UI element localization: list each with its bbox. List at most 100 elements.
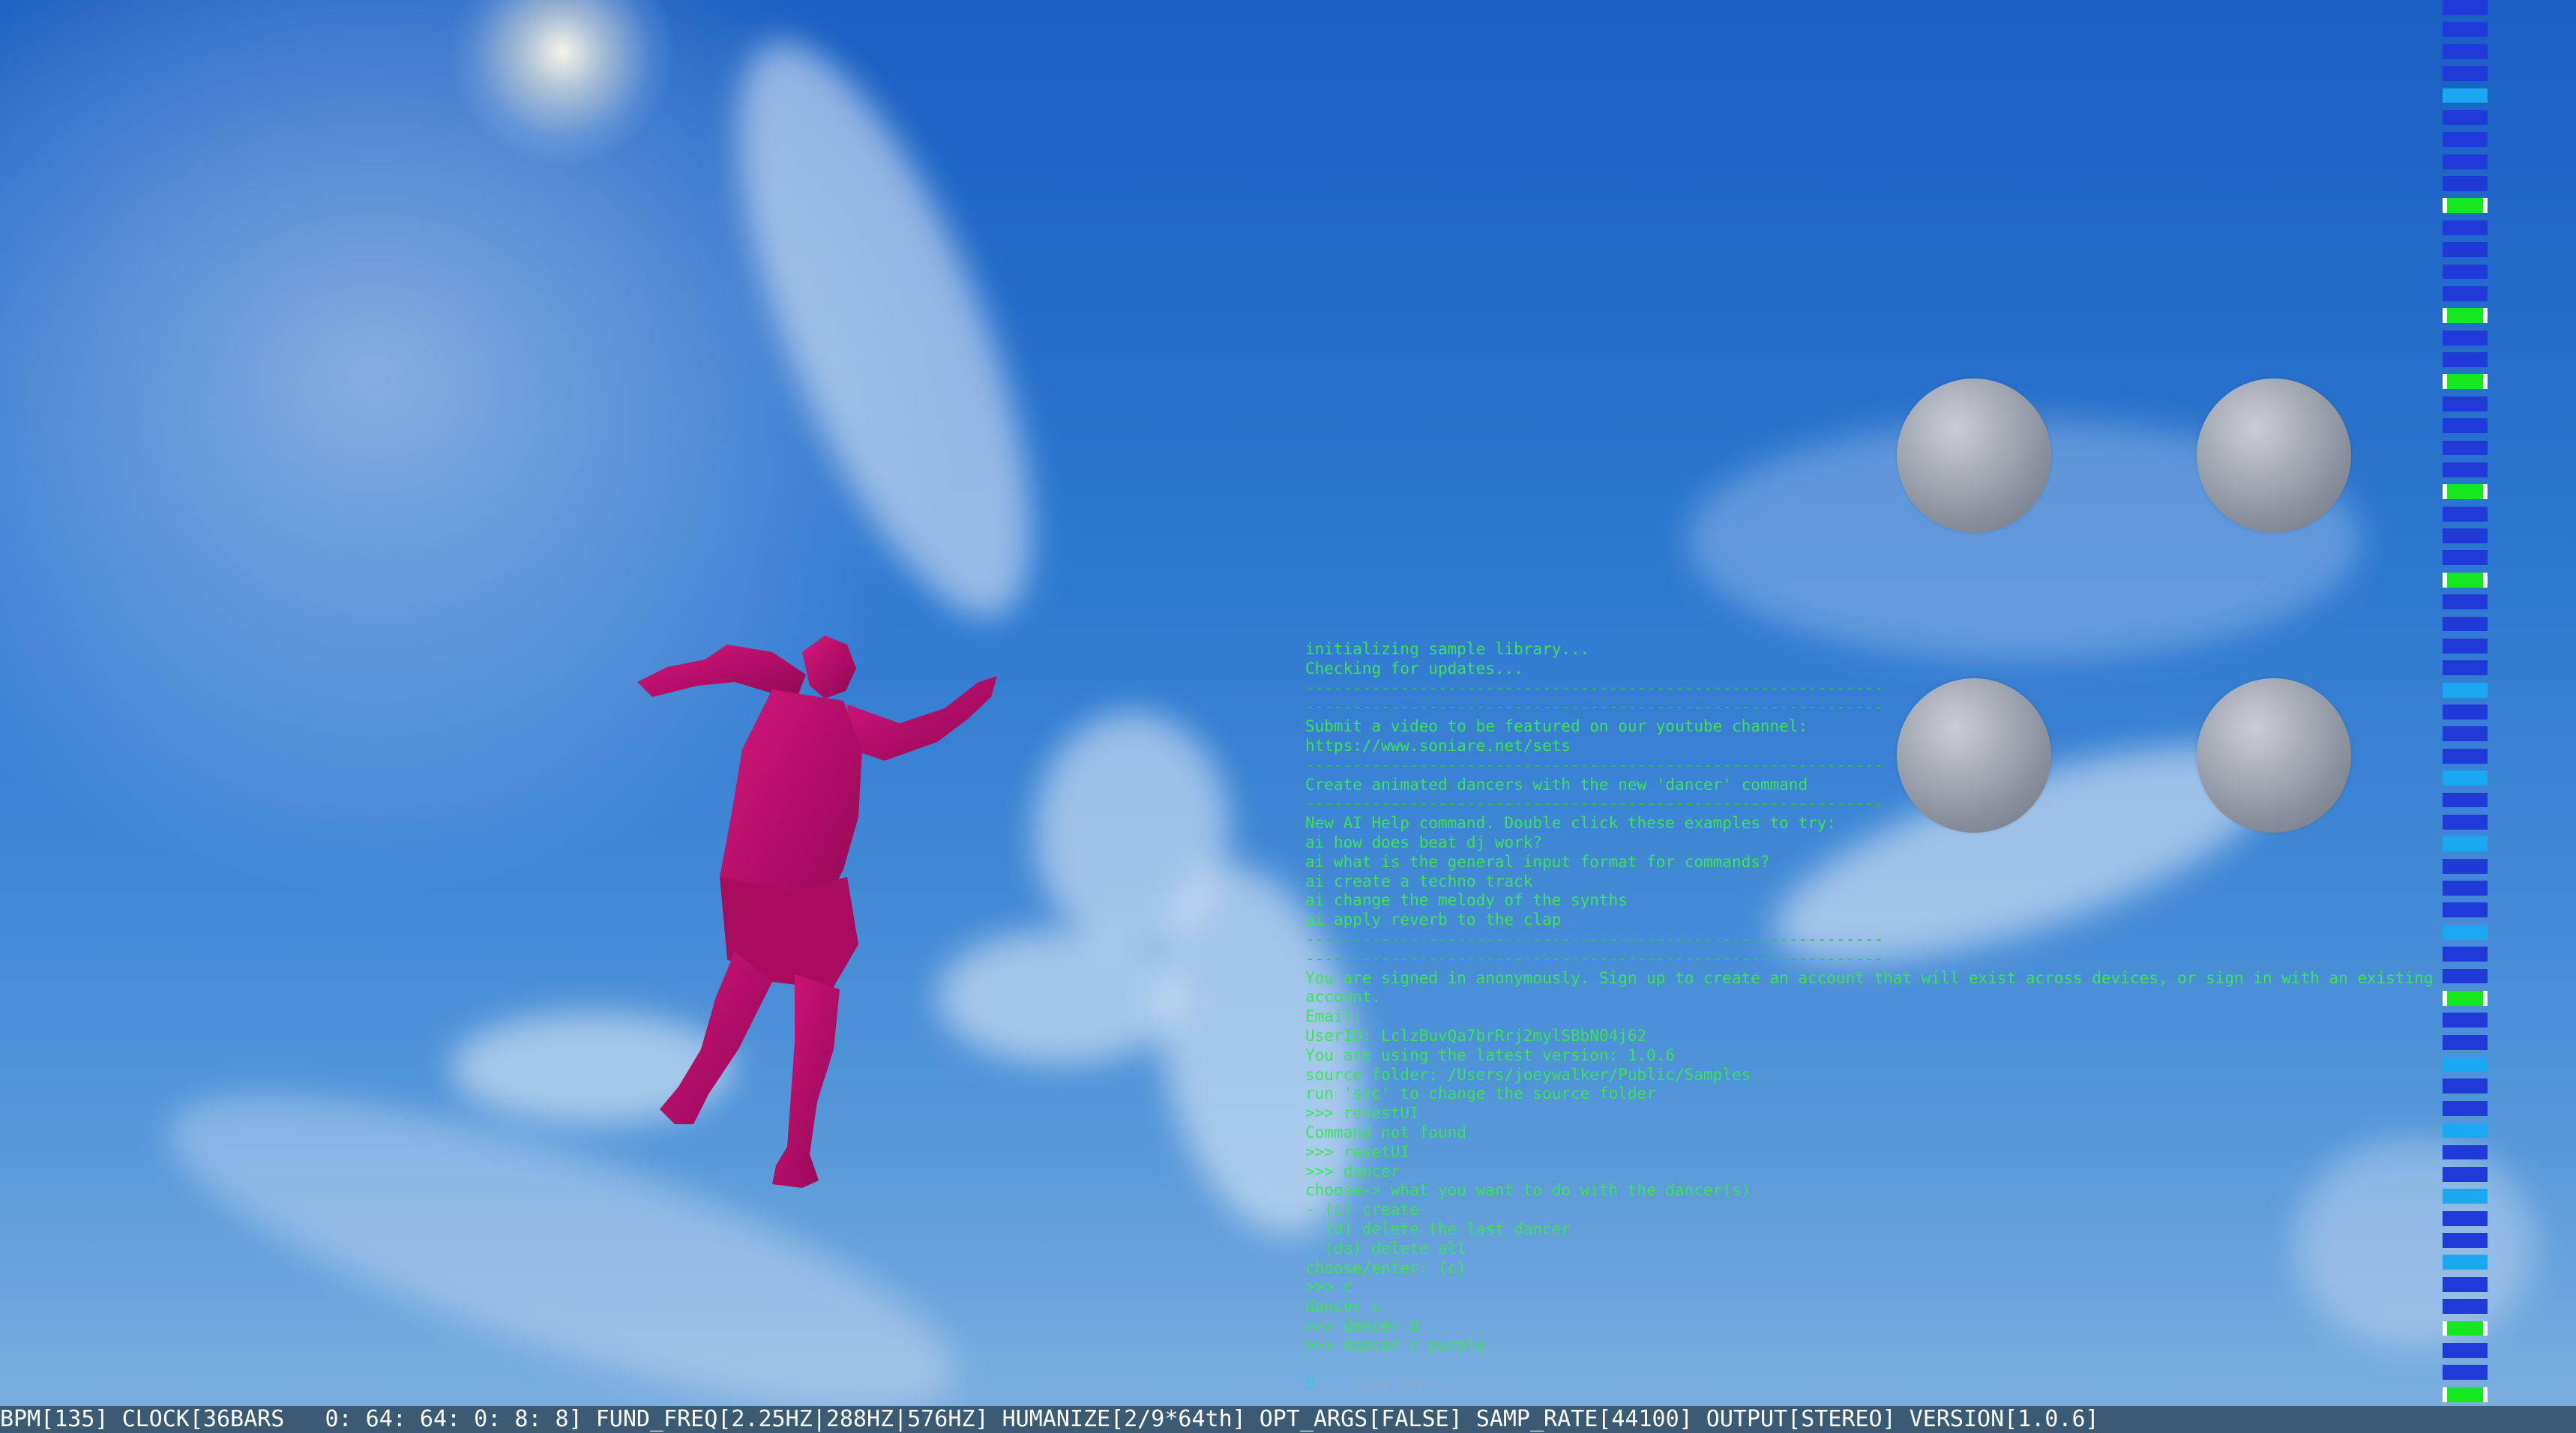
meter-segment — [2443, 396, 2488, 411]
console-line: New AI Help command. Double click these … — [1305, 814, 1837, 833]
console-line: You are using the latest version: 1.0.6 — [1305, 1046, 1676, 1064]
status-version: VERSION[1.0.6] — [1909, 1406, 2099, 1432]
meter-segment — [2443, 572, 2488, 588]
meter-segment — [2443, 1034, 2488, 1050]
status-clock: CLOCK[36BARS 0: 64: 64: 0: 8: 8] — [121, 1406, 583, 1432]
console-line: run 'src' to change the source folder — [1305, 1084, 1656, 1103]
meter-segment — [2443, 1123, 2488, 1138]
console-line: ai change the melody of the synths — [1305, 891, 1628, 910]
meter-segment — [2443, 374, 2488, 390]
prompt-index: 0 — [1305, 1375, 1315, 1393]
console-line: dancer c — [1305, 1297, 1382, 1316]
sphere-object[interactable] — [2197, 378, 2351, 533]
meter-segment — [2443, 836, 2488, 852]
status-output: OUTPUT[STEREO] — [1706, 1406, 1896, 1432]
status-bpm: BPM[135] — [0, 1406, 109, 1432]
meter-segment — [2443, 440, 2488, 456]
console-line: Command not found — [1305, 1123, 1466, 1141]
console-line: Email: — [1305, 1007, 1362, 1026]
meter-segment — [2443, 352, 2488, 367]
meter-segment — [2443, 43, 2488, 59]
console-line: ----------------------------------------… — [1305, 929, 1884, 948]
console-line: >>> resetUI — [1305, 1142, 1410, 1161]
status-bar: BPM[135] CLOCK[36BARS 0: 64: 64: 0: 8: 8… — [0, 1406, 2576, 1433]
console-line: ----------------------------------------… — [1305, 794, 1884, 813]
meter-segment — [2443, 66, 2488, 82]
meter-segment — [2443, 748, 2488, 764]
console-output[interactable]: initializing sample library... Checking f… — [1305, 640, 2452, 1405]
meter-segment — [2443, 990, 2488, 1006]
console-line: Checking for updates... — [1305, 659, 1523, 678]
console-line: Submit a video to be featured on our you… — [1305, 717, 1808, 736]
meter-segment — [2443, 1255, 2488, 1270]
meter-segment — [2443, 924, 2488, 940]
meter-segment — [2443, 1078, 2488, 1094]
meter-segment — [2443, 705, 2488, 719]
console-line: choose-> what you want to do with the da… — [1305, 1181, 1751, 1200]
console-line: ----------------------------------------… — [1305, 698, 1884, 716]
meter-segment — [2443, 462, 2488, 477]
console-line: Create animated dancers with the new 'da… — [1305, 775, 1808, 794]
meter-segment — [2443, 881, 2488, 896]
console-input-row[interactable]: 0 type here... — [1305, 1375, 1464, 1393]
meter-segment — [2443, 1299, 2488, 1315]
meter-segment — [2443, 638, 2488, 654]
meter-segment — [2443, 22, 2488, 37]
console-line: >>> c — [1305, 1278, 1353, 1297]
meter-segment — [2443, 858, 2488, 874]
console-line: >>> dancer d — [1305, 1316, 1419, 1335]
meter-segment — [2443, 1342, 2488, 1358]
meter-segment — [2443, 264, 2488, 280]
level-meter — [2443, 0, 2488, 1409]
console-line: You are signed in anonymously. Sign up t… — [1305, 968, 2434, 987]
meter-segment — [2443, 1387, 2488, 1402]
meter-segment — [2443, 220, 2488, 235]
meter-segment — [2443, 154, 2488, 169]
meter-segment — [2443, 1210, 2488, 1226]
meter-segment — [2443, 1321, 2488, 1336]
console-line: >>> resestUI — [1305, 1104, 1419, 1123]
console-line: source folder: /Users/joeywalker/Public/… — [1305, 1065, 1751, 1084]
console-line: https://www.soniare.net/sets — [1305, 736, 1571, 755]
console-line: account. — [1305, 988, 1382, 1007]
meter-segment — [2443, 550, 2488, 566]
meter-segment — [2443, 682, 2488, 698]
status-opt-args: OPT_ARGS[FALSE] — [1259, 1406, 1463, 1432]
console-line: ai apply reverb to the clap — [1305, 911, 1562, 929]
console-line: UserID: LclzBuvQa7brRrj2mylSBbN04j62 — [1305, 1026, 1647, 1045]
console-line: ----------------------------------------… — [1305, 949, 1884, 968]
meter-segment — [2443, 902, 2488, 918]
meter-segment — [2443, 1100, 2488, 1116]
meter-segment — [2443, 616, 2488, 632]
meter-segment — [2443, 176, 2488, 191]
meter-segment — [2443, 132, 2488, 148]
meter-segment — [2443, 109, 2488, 125]
console-line: >>> dancer — [1305, 1162, 1400, 1180]
status-samp-rate: SAMP_RATE[44100] — [1475, 1406, 1693, 1432]
console-line: ----------------------------------------… — [1305, 678, 1884, 697]
console-line: - (d) delete the last dancer — [1305, 1219, 1571, 1238]
meter-segment — [2443, 1189, 2488, 1204]
console-line: ai how does beat dj work? — [1305, 833, 1543, 851]
meter-segment — [2443, 506, 2488, 522]
console-line: initializing sample library... — [1305, 640, 1590, 658]
meter-segment — [2443, 968, 2488, 984]
meter-segment — [2443, 814, 2488, 830]
console-line: >>> dancer c purple — [1305, 1336, 1486, 1354]
meter-segment — [2443, 308, 2488, 324]
meter-segment — [2443, 660, 2488, 676]
meter-segment — [2443, 792, 2488, 808]
dancer-figure[interactable] — [547, 630, 1027, 1244]
console-input[interactable]: type here... — [1351, 1375, 1465, 1393]
meter-segment — [2443, 1276, 2488, 1292]
meter-segment — [2443, 198, 2488, 214]
meter-segment — [2443, 770, 2488, 786]
meter-segment — [2443, 947, 2488, 962]
console-line: ai create a techno track — [1305, 872, 1533, 890]
status-fund-freq: FUND_FREQ[2.25HZ|288HZ|576HZ] — [595, 1406, 989, 1432]
meter-segment — [2443, 1166, 2488, 1182]
sphere-object[interactable] — [1897, 378, 2051, 533]
status-humanize: HUMANIZE[2/9*64th] — [1002, 1406, 1246, 1432]
meter-segment — [2443, 726, 2488, 742]
meter-segment — [2443, 286, 2488, 301]
